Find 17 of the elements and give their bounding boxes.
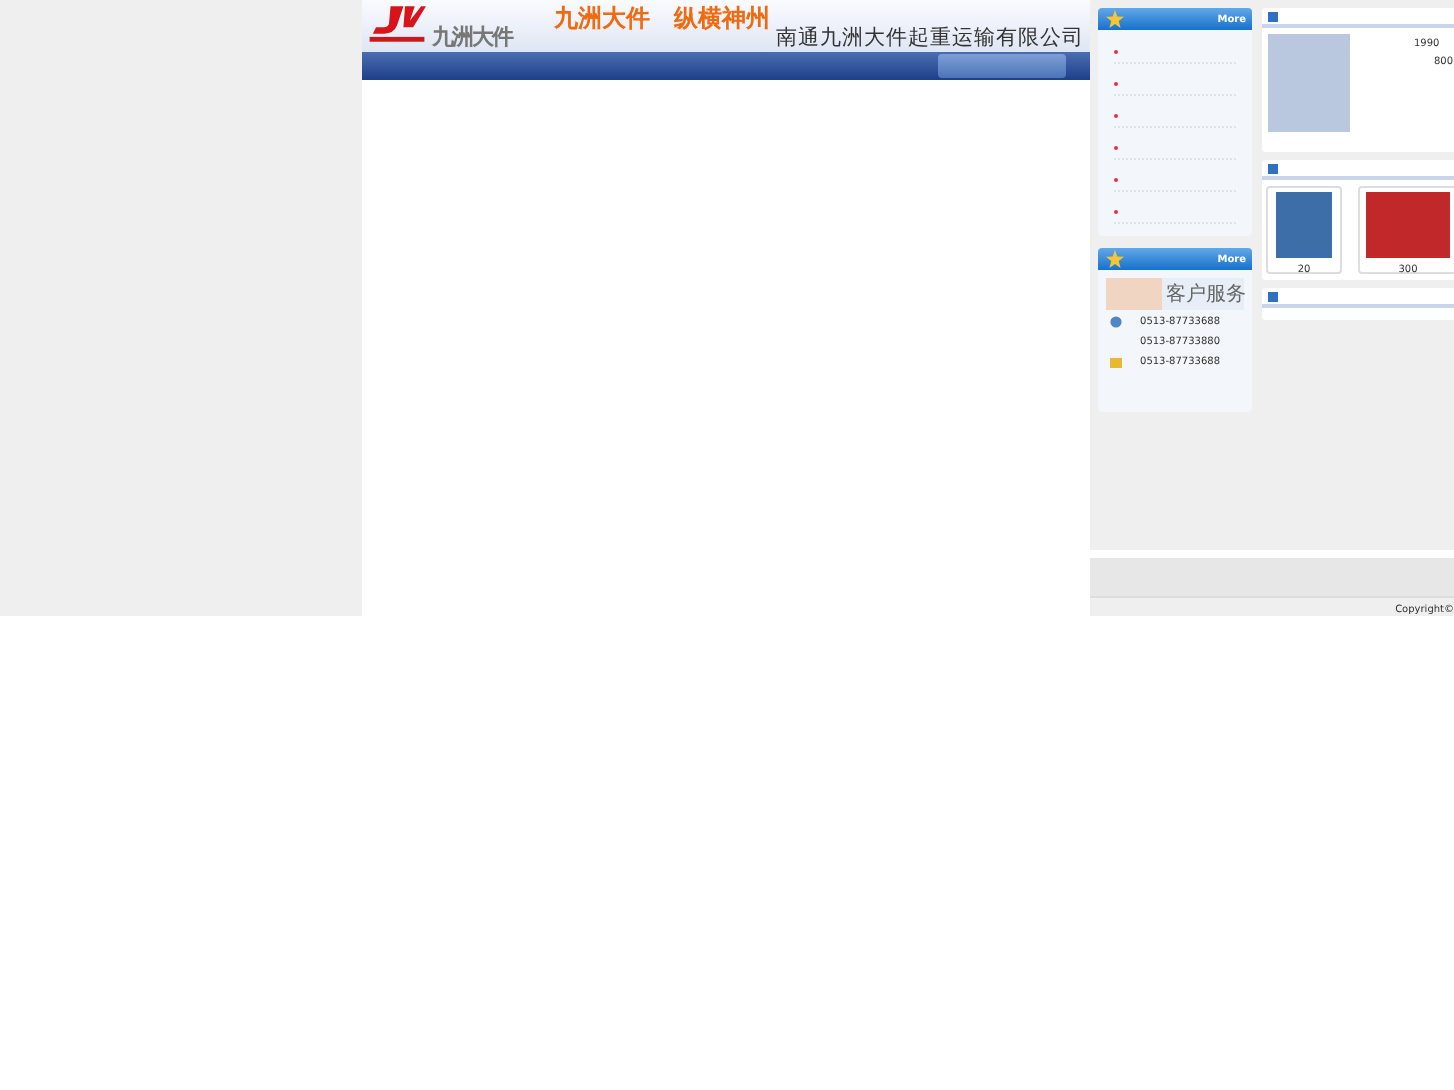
photo-placeholder [1106, 278, 1162, 310]
nav-tab[interactable] [938, 54, 1066, 78]
phone-icon [1110, 316, 1122, 328]
photo-placeholder [1366, 192, 1450, 258]
panel-icon [1268, 11, 1278, 21]
photo-placeholder [1276, 192, 1332, 258]
photo-placeholder [1268, 34, 1350, 132]
star-icon [1106, 10, 1124, 28]
panel-icon [1268, 291, 1278, 301]
logo-text: 九洲大件 [432, 22, 512, 52]
envelope-icon [1110, 357, 1122, 367]
service-title: 客户服务 [1166, 281, 1246, 308]
star-icon [1106, 250, 1124, 268]
logo-icon [368, 0, 426, 48]
panel-icon [1268, 163, 1278, 173]
company-name: 南通九洲大件起重运输有限公司 [776, 24, 1084, 52]
slogan: 九洲大件 纵横神州 [554, 2, 770, 36]
